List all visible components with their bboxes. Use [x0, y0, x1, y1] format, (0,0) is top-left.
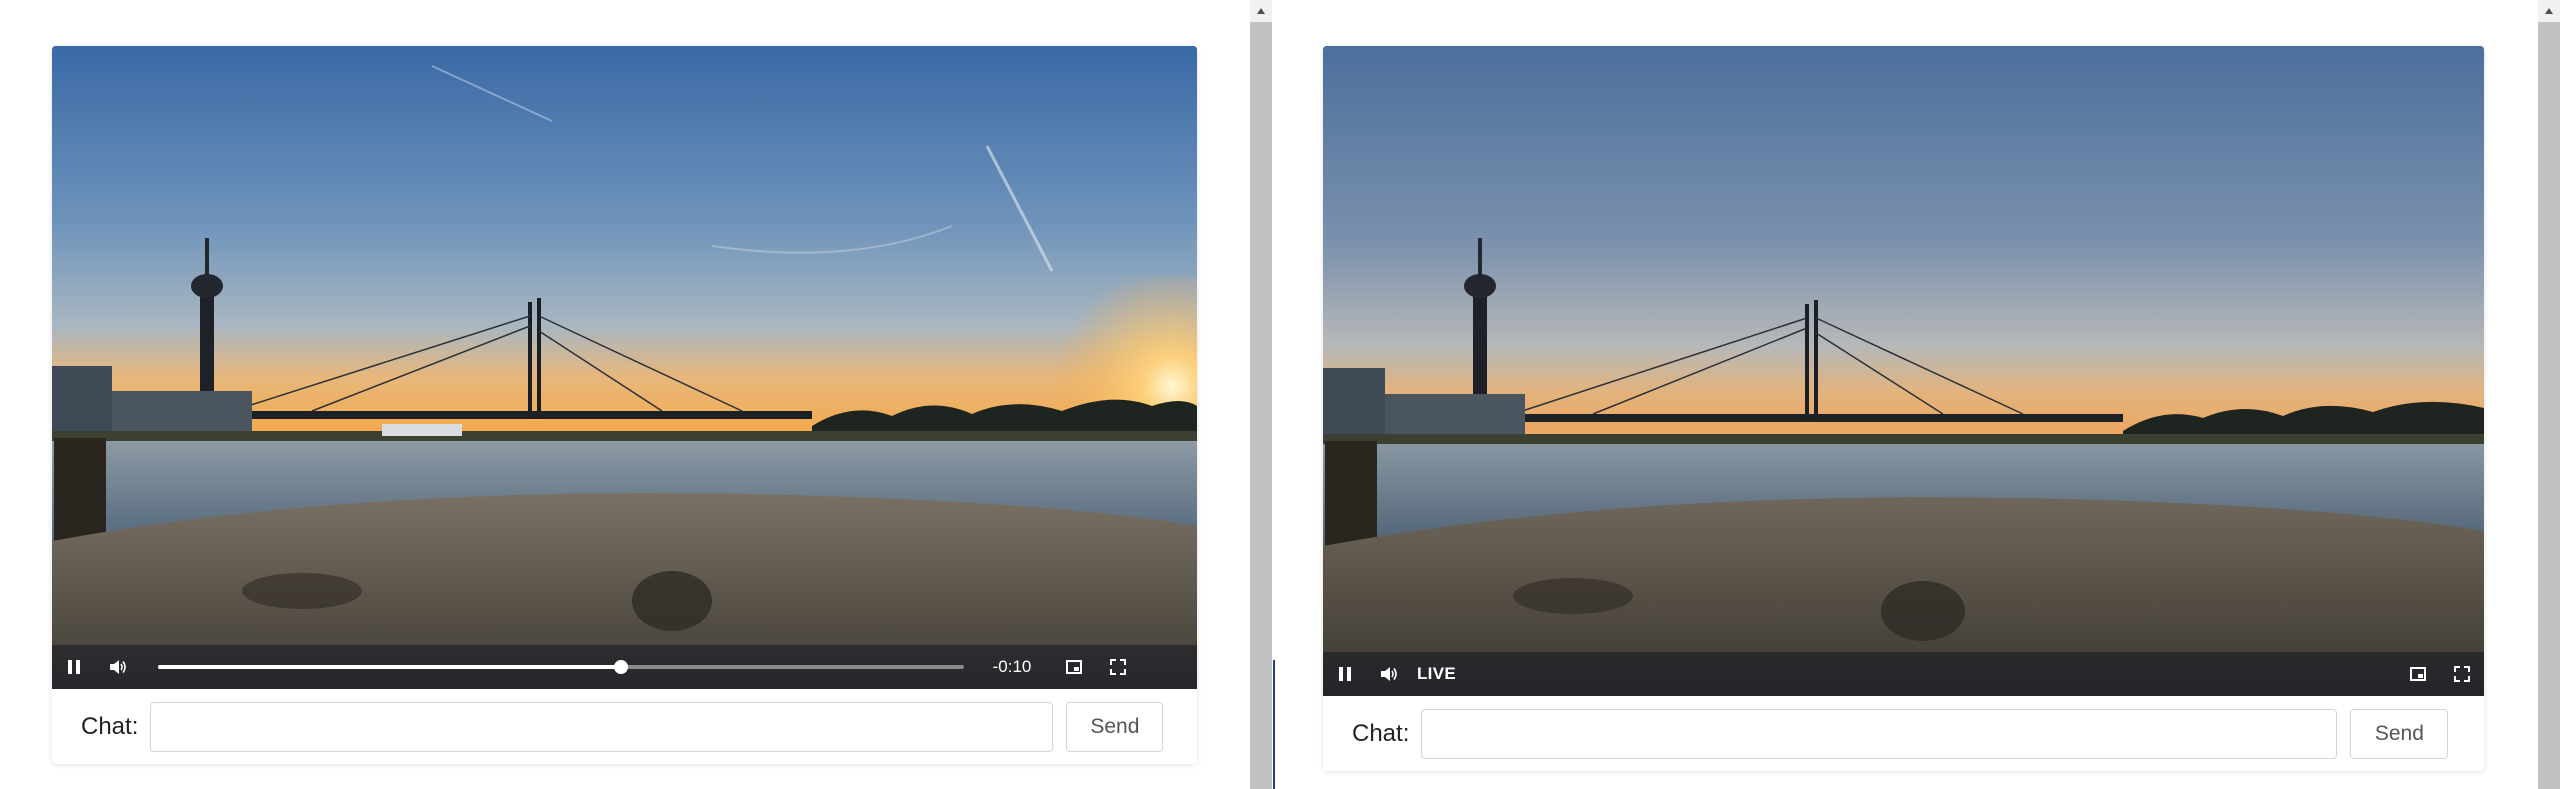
video-controls: -0:10 [52, 645, 1197, 689]
pause-icon [1339, 667, 1351, 681]
video-frame [52, 46, 1197, 689]
picture-in-picture-button[interactable] [1052, 645, 1096, 689]
live-indicator: LIVE [1417, 664, 1456, 683]
volume-icon [110, 660, 126, 674]
video-player[interactable]: -0:10 [52, 46, 1197, 689]
right-scrollbar[interactable] [2538, 0, 2560, 789]
left-browser-pane: -0:10 Chat: Send [0, 0, 1250, 789]
picture-in-picture-button[interactable] [2396, 652, 2440, 696]
pause-button[interactable] [52, 645, 96, 689]
chat-label: Chat: [1352, 719, 1410, 747]
chat-bar: Chat: Send [1323, 696, 2484, 771]
video-card: LIVE Chat: Send [1323, 46, 2484, 771]
scroll-up-arrow-icon[interactable] [1250, 0, 1272, 22]
pause-icon [68, 660, 80, 674]
fullscreen-button[interactable] [1096, 645, 1140, 689]
fullscreen-icon [1110, 659, 1126, 675]
fullscreen-icon [2454, 666, 2470, 682]
left-scrollbar[interactable] [1250, 0, 1272, 789]
mute-button[interactable] [1367, 652, 1411, 696]
time-remaining: -0:10 [992, 657, 1032, 676]
video-card: -0:10 Chat: Send [52, 46, 1197, 764]
send-button[interactable]: Send [1066, 701, 1164, 752]
picture-in-picture-icon [1066, 660, 1082, 674]
picture-in-picture-icon [2410, 667, 2426, 681]
pause-button[interactable] [1323, 652, 1367, 696]
video-player[interactable]: LIVE [1323, 46, 2484, 696]
chat-input[interactable] [150, 701, 1054, 752]
scroll-up-arrow-icon[interactable] [2538, 0, 2560, 22]
chat-label: Chat: [81, 712, 139, 740]
send-button[interactable]: Send [2350, 708, 2449, 759]
seek-bar[interactable] [158, 658, 964, 676]
scrollbar-thumb[interactable] [1250, 22, 1272, 789]
mute-button[interactable] [96, 645, 140, 689]
scrollbar-thumb[interactable] [2538, 22, 2560, 789]
fullscreen-button[interactable] [2440, 652, 2484, 696]
seek-fill [158, 665, 622, 669]
seek-handle[interactable] [614, 660, 629, 674]
video-frame [1323, 46, 2484, 696]
chat-bar: Chat: Send [52, 689, 1197, 764]
volume-icon [1381, 667, 1397, 681]
right-browser-pane: LIVE Chat: Send [1275, 0, 2540, 789]
chat-input[interactable] [1421, 708, 2338, 759]
video-controls: LIVE [1323, 652, 2484, 696]
